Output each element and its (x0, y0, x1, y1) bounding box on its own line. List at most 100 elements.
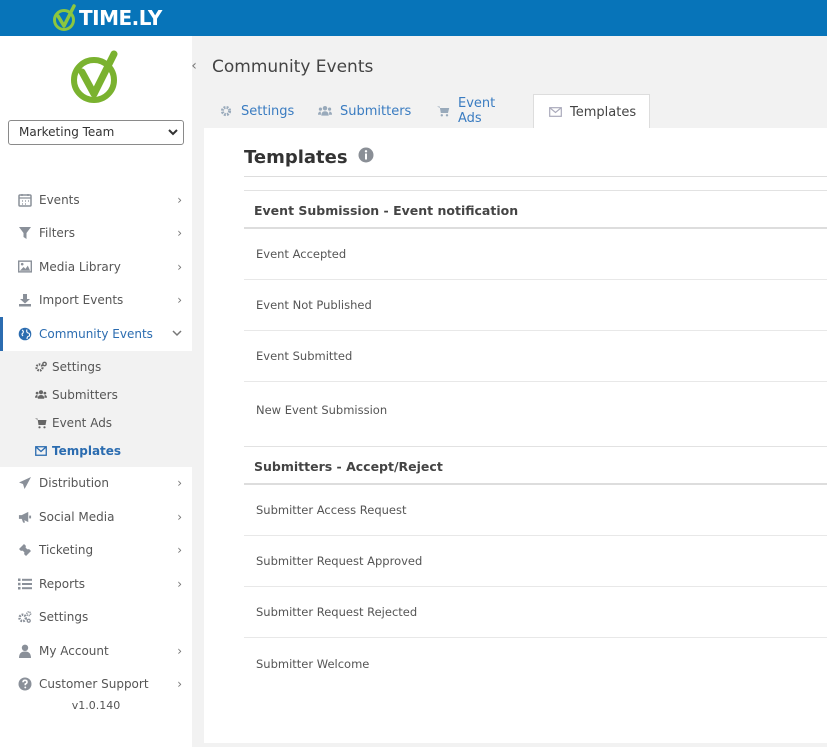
template-name: Event Submitted (256, 349, 353, 363)
template-row-event-accepted[interactable]: Event Accepted (244, 229, 827, 280)
sidebar-item-community-events[interactable]: Community Events (0, 317, 192, 351)
chevron-right-icon: › (177, 226, 182, 241)
tab-settings[interactable]: Settings (219, 94, 294, 128)
sidebar-item-media-library[interactable]: Media Library › (0, 250, 192, 284)
timely-logo-icon (53, 4, 76, 31)
sidebar-item-label: Media Library (39, 259, 121, 274)
users-icon (318, 104, 332, 118)
page-title: Community Events (212, 57, 374, 77)
template-row-event-not-published[interactable]: Event Not Published (244, 280, 827, 331)
sidebar-collapse-strip (192, 36, 200, 747)
collapse-sidebar-button[interactable]: ‹ (187, 56, 201, 76)
subnav-item-submitters[interactable]: Submitters (0, 381, 192, 409)
chevron-right-icon: › (177, 576, 182, 591)
cart-icon (437, 104, 450, 118)
chevron-right-icon: › (177, 643, 182, 658)
brand-name: TIME.LY (79, 6, 162, 30)
template-row-new-event-submission[interactable]: New Event Submission (244, 382, 827, 438)
title-divider (244, 176, 827, 177)
download-icon (18, 293, 32, 307)
timely-logo-icon (71, 50, 118, 103)
sidebar-item-settings[interactable]: Settings (0, 601, 192, 635)
sidebar-item-reports[interactable]: Reports › (0, 567, 192, 601)
sidebar-item-label: My Account (39, 643, 109, 658)
tab-label: Event Ads (458, 96, 496, 126)
sidebar-item-filters[interactable]: Filters › (0, 217, 192, 251)
sidebar-item-label: Distribution (39, 476, 110, 491)
template-name: New Event Submission (256, 403, 388, 417)
sidebar-item-label: Social Media (39, 509, 115, 524)
chevron-down-icon (172, 327, 182, 341)
panel-title-text: Templates (244, 147, 348, 168)
chevron-down-icon (168, 129, 178, 136)
tab-submitters[interactable]: Submitters (318, 94, 411, 128)
chevron-right-icon: › (177, 192, 182, 207)
cart-icon (35, 417, 47, 429)
template-row-submitter-access-request[interactable]: Submitter Access Request (244, 485, 827, 536)
chevron-right-icon: › (177, 293, 182, 308)
team-select[interactable]: Marketing Team (8, 120, 184, 145)
panel-title: Templates (244, 147, 374, 168)
template-name: Submitter Welcome (256, 656, 370, 671)
sidebar-item-label: Customer Support (39, 677, 149, 692)
template-row-submitter-request-approved[interactable]: Submitter Request Approved (244, 536, 827, 587)
sidebar-item-label: Import Events (39, 293, 124, 308)
app-version: v1.0.140 (71, 699, 121, 712)
tab-templates[interactable]: Templates (533, 94, 650, 129)
sidebar-item-label: Ticketing (39, 543, 94, 558)
brand-logo[interactable]: TIME.LY (52, 3, 162, 33)
sidebar-item-social-media[interactable]: Social Media › (0, 500, 192, 534)
template-name: Event Accepted (256, 247, 347, 261)
subnav-item-settings[interactable]: Settings (0, 353, 192, 381)
sidebar-item-import-events[interactable]: Import Events › (0, 284, 192, 318)
sidebar-item-label: Filters (39, 226, 75, 241)
cogs-icon (35, 361, 47, 373)
chevron-right-icon: › (177, 476, 182, 491)
ticket-icon (18, 543, 32, 557)
section-heading: Event Submission - Event notification (244, 190, 827, 229)
templates-panel: Templates Event Submission - Event notif… (204, 128, 827, 743)
subnav-item-event-ads[interactable]: Event Ads (0, 409, 192, 437)
sidebar-item-my-account[interactable]: My Account › (0, 634, 192, 668)
template-row-submitter-welcome[interactable]: Submitter Welcome (244, 638, 827, 689)
megaphone-icon (18, 510, 32, 524)
team-select-value: Marketing Team (19, 125, 115, 139)
chevron-right-icon: › (177, 677, 182, 692)
sidebar-item-events[interactable]: Events › (0, 183, 192, 217)
gears-icon (18, 610, 32, 624)
sidebar-item-customer-support[interactable]: Customer Support › (0, 668, 192, 702)
info-icon[interactable] (358, 147, 374, 168)
users-icon (35, 389, 47, 401)
image-icon (18, 260, 32, 274)
tab-label: Settings (241, 103, 295, 119)
chevron-right-icon: › (177, 543, 182, 558)
subnav-item-label: Event Ads (52, 415, 113, 430)
sidebar-item-label: Settings (39, 610, 89, 625)
community-events-subnav: Settings Submitters Event Ads Templates (0, 350, 192, 467)
paper-plane-icon (18, 476, 32, 490)
top-bar: TIME.LY (0, 0, 827, 36)
subnav-item-label: Submitters (52, 387, 118, 402)
subnav-item-label: Settings (52, 359, 102, 374)
list-icon (18, 577, 32, 591)
subnav-item-templates[interactable]: Templates (0, 437, 192, 465)
calendar-icon (18, 193, 32, 207)
sidebar-item-ticketing[interactable]: Ticketing › (0, 534, 192, 568)
sidebar-item-label: Events (39, 192, 80, 207)
tab-label: Submitters (340, 103, 412, 119)
chevron-right-icon: › (177, 509, 182, 524)
chevron-right-icon: › (177, 259, 182, 274)
template-name: Submitter Access Request (256, 503, 407, 517)
globe-icon (18, 327, 32, 341)
template-name: Submitter Request Approved (256, 554, 423, 568)
sidebar-item-label: Reports (39, 576, 86, 591)
envelope-icon (35, 445, 47, 457)
template-row-event-submitted[interactable]: Event Submitted (244, 331, 827, 382)
sidebar-item-distribution[interactable]: Distribution › (0, 467, 192, 501)
sidebar-nav: Events › Filters › Media Library › Impor… (0, 183, 192, 701)
sidebar-item-label: Community Events (39, 326, 153, 341)
template-row-submitter-request-rejected[interactable]: Submitter Request Rejected (244, 587, 827, 638)
user-icon (18, 644, 32, 658)
tab-event-ads[interactable]: Event Ads (437, 94, 496, 128)
question-icon (18, 677, 32, 691)
